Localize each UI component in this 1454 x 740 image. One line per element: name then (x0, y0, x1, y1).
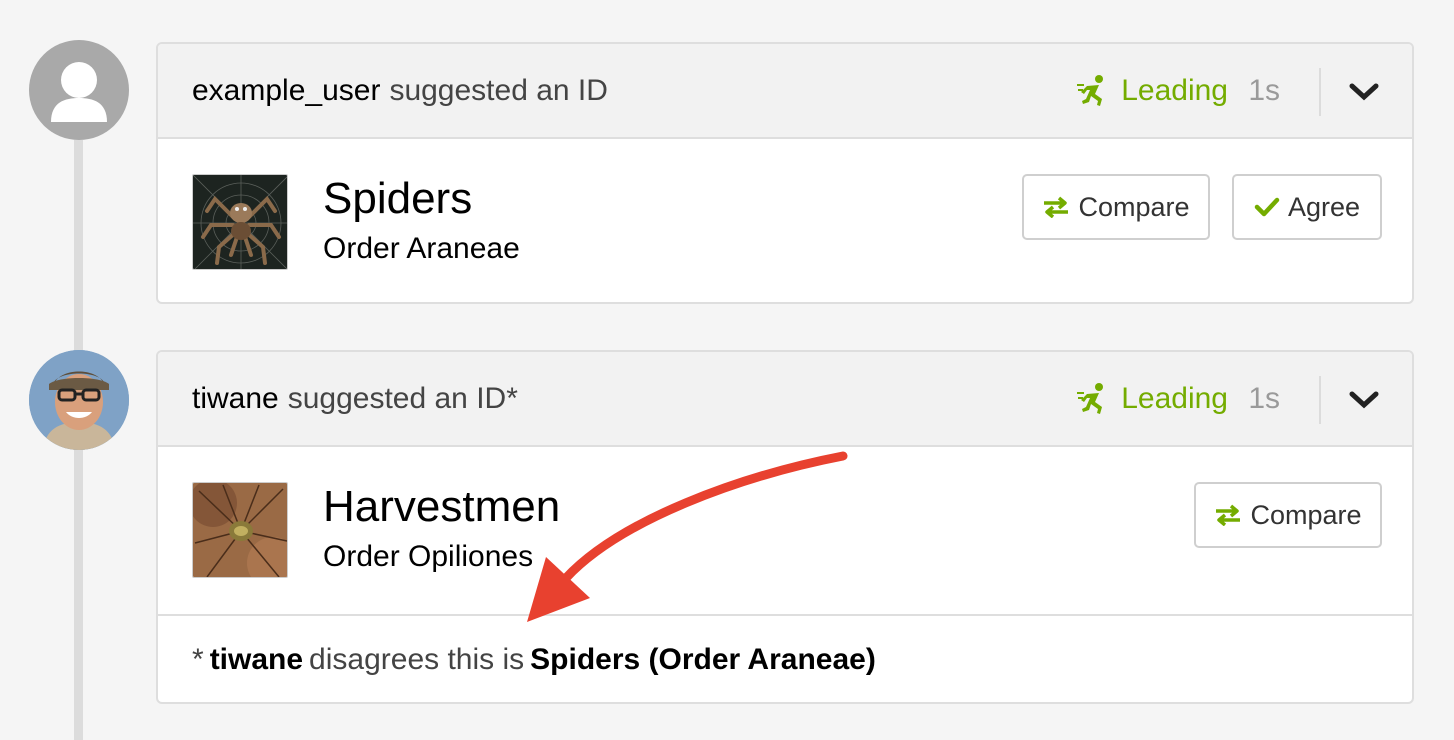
compare-label: Compare (1250, 499, 1362, 530)
taxon-name[interactable]: Spiders (323, 174, 472, 224)
action-text: suggested an ID* (287, 381, 518, 415)
timestamp: 1s (1248, 381, 1280, 415)
chevron-down-icon[interactable] (1346, 382, 1382, 418)
disagreement-text: disagrees this is (309, 643, 525, 676)
taxon-photo-harvestman[interactable] (192, 482, 288, 578)
agree-button[interactable]: Agree (1232, 174, 1382, 240)
action-text: suggested an ID (389, 73, 608, 107)
taxon-name[interactable]: Harvestmen (323, 482, 560, 532)
check-icon (1254, 197, 1280, 217)
taxon-rank: Order Araneae (323, 232, 520, 265)
header-text: tiwane suggested an ID* (192, 352, 518, 445)
avatar-example-user[interactable] (29, 40, 129, 140)
compare-button[interactable]: Compare (1194, 482, 1382, 548)
disagreement-taxon[interactable]: Spiders (Order Araneae) (530, 643, 876, 677)
disagreement-user[interactable]: tiwane (210, 643, 303, 677)
leading-label: Leading (1121, 73, 1228, 107)
username-link[interactable]: example_user (192, 74, 380, 108)
card-header: tiwane suggested an ID* Leading 1s (158, 352, 1412, 447)
leading-status: Leading (1077, 44, 1228, 137)
header-text: example_user suggested an ID (192, 44, 608, 137)
identification-card-1: example_user suggested an ID Leading 1s (156, 42, 1414, 304)
identification-card-2: tiwane suggested an ID* Leading 1s Harve… (156, 350, 1414, 704)
disagreement-asterisk: * (192, 643, 204, 676)
user-silhouette-icon (51, 62, 107, 122)
username-link[interactable]: tiwane (192, 382, 279, 416)
divider (1319, 68, 1321, 116)
taxon-rank: Order Opiliones (323, 540, 534, 573)
agree-label: Agree (1287, 191, 1361, 222)
leading-status: Leading (1077, 352, 1228, 445)
card-header: example_user suggested an ID Leading 1s (158, 44, 1412, 139)
compare-arrows-icon (1044, 196, 1069, 218)
leading-label: Leading (1121, 381, 1228, 415)
compare-arrows-icon (1216, 504, 1241, 526)
disagreement-note: * tiwane disagrees this is Spiders (Orde… (158, 614, 1412, 702)
user-photo (29, 350, 129, 450)
chevron-down-icon[interactable] (1346, 74, 1382, 110)
divider (1319, 376, 1321, 424)
compare-button[interactable]: Compare (1022, 174, 1210, 240)
timestamp: 1s (1248, 73, 1280, 107)
running-icon (1077, 382, 1104, 414)
taxon-photo-spider[interactable] (192, 174, 288, 270)
compare-label: Compare (1078, 191, 1190, 222)
avatar-tiwane[interactable] (29, 350, 129, 450)
running-icon (1077, 74, 1104, 106)
